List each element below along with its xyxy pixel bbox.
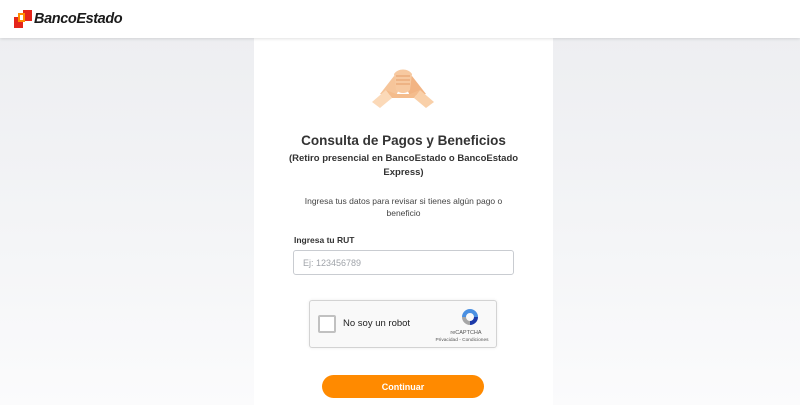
handshake-icon [372,69,434,108]
rut-input[interactable] [293,250,514,275]
recaptcha-label: No soy un robot [343,318,411,329]
continue-button[interactable]: Continuar [322,375,484,398]
recaptcha-icon [462,309,478,325]
recaptcha-brand: reCAPTCHA [450,330,482,336]
page-description: Ingresa tus datos para revisar si tienes… [304,196,503,218]
bancoestado-logo-icon [14,10,32,28]
brand-name: BancoEstado [34,11,123,27]
top-bar: BancoEstado [0,0,800,38]
page-subtitle: (Retiro presencial en BancoEstado o Banc… [288,153,519,178]
main-card: Consulta de Pagos y Beneficios (Retiro p… [254,38,553,405]
recaptcha-checkbox[interactable] [318,315,336,333]
recaptcha-widget: No soy un robot reCAPTCHA Privacidad - C… [309,300,497,348]
recaptcha-links[interactable]: Privacidad - Condiciones [428,338,496,343]
bancoestado-logo[interactable]: BancoEstado [14,10,123,28]
rut-label: Ingresa tu RUT [294,235,355,245]
page-title: Consulta de Pagos y Beneficios [301,133,506,148]
